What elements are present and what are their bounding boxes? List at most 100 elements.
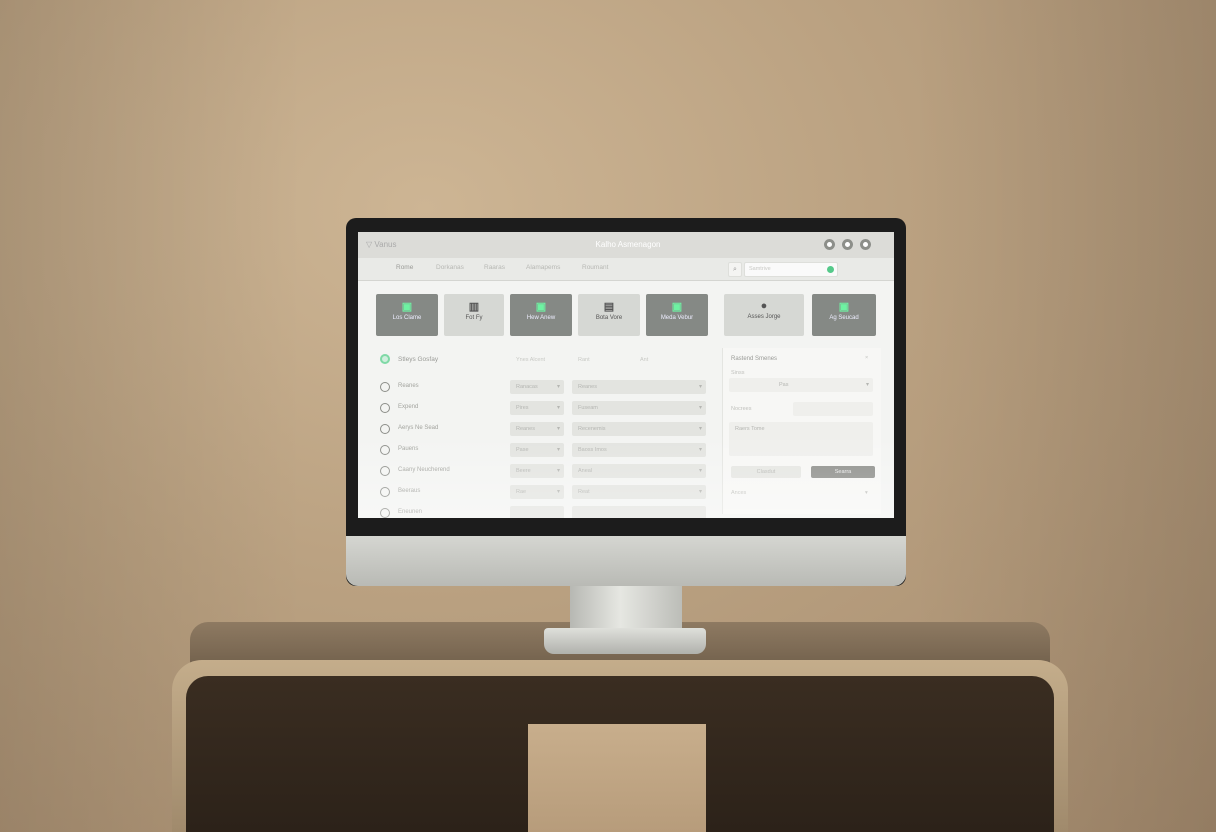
row-select[interactable]: Reat ▾ <box>572 485 706 499</box>
tile-fot-fy[interactable]: ▥ Fot Fy <box>444 294 504 336</box>
tile-icon: ▣ <box>838 301 850 313</box>
chevron-down-icon: ▾ <box>698 426 702 432</box>
select-value: Reanes <box>578 384 597 390</box>
row-icon <box>380 445 390 455</box>
row-select[interactable]: Pase ▾ <box>510 443 564 457</box>
monitor-chin <box>346 536 906 586</box>
panel-select[interactable]: Pas ▾ <box>729 378 873 392</box>
tile-icon: ▥ <box>468 301 480 313</box>
select-value: Fuseam <box>578 405 598 411</box>
panel-title: Rastend Smenes <box>731 356 778 362</box>
close-icon[interactable]: × <box>865 355 868 361</box>
tab-alamapems[interactable]: Alamapems <box>526 264 560 271</box>
list-item[interactable]: Aerys Ne Sead Reanes ▾ Recenemis ▾ <box>376 421 708 438</box>
panel-input[interactable] <box>793 402 873 416</box>
list-item[interactable]: Caany Neucherend Beere ▾ Aneal ▾ <box>376 463 708 480</box>
cancel-button[interactable]: Clasdut <box>731 466 801 478</box>
chevron-down-icon: ▾ <box>698 489 702 495</box>
column-header: Ant <box>640 357 649 363</box>
row-icon <box>380 424 390 434</box>
row-label: Reanes <box>398 383 419 389</box>
panel-textarea[interactable]: Raers Tome <box>729 422 873 456</box>
list-item[interactable]: Expend Pires ▾ Fuseam ▾ <box>376 400 708 417</box>
footer-label: Ances <box>731 490 747 496</box>
chevron-down-icon: ▾ <box>698 468 702 474</box>
tile-icon: ▣ <box>401 301 413 313</box>
search-go-icon[interactable] <box>827 266 834 273</box>
select-value: Recenemis <box>578 426 606 432</box>
row-select[interactable]: Pires ▾ <box>510 401 564 415</box>
field-label: Nocrees <box>731 406 752 412</box>
search-icon[interactable]: ⌕ <box>728 262 742 277</box>
title-bar: ▽ Vanus Kalho Asmenagon <box>358 232 894 258</box>
chevron-down-icon[interactable]: ▾ <box>865 490 868 496</box>
select-value: Beere <box>516 468 531 474</box>
tile-meda-vebur[interactable]: ▣ Meda Vebur <box>646 294 708 336</box>
row-label: Aerys Ne Sead <box>398 425 439 431</box>
row-select[interactable]: Reanes ▾ <box>510 422 564 436</box>
row-label: Pauens <box>398 446 419 452</box>
tile-label: Bota Vore <box>595 315 623 321</box>
row-select[interactable] <box>510 506 564 518</box>
select-value: Aneal <box>578 468 593 474</box>
tile-hew-anew[interactable]: ▣ Hew Anew <box>510 294 572 336</box>
chevron-down-icon: ▾ <box>556 384 560 390</box>
list-item[interactable]: Reanes Ranacas ▾ Reanes ▾ <box>376 379 708 396</box>
chevron-down-icon: ▾ <box>865 382 869 388</box>
chevron-down-icon: ▾ <box>556 489 560 495</box>
monitor-stand <box>570 584 682 632</box>
chevron-down-icon: ▾ <box>698 405 702 411</box>
monitor-stand-base <box>544 628 706 654</box>
tile-asses-jorge[interactable]: ● Asses Jorge <box>724 294 804 336</box>
row-select[interactable]: Fuseam ▾ <box>572 401 706 415</box>
tile-bota-vore[interactable]: ▤ Bota Vore <box>578 294 640 336</box>
list-item[interactable]: Pauens Pase ▾ Baoss Imos ▾ <box>376 442 708 459</box>
monitor-screen: ▽ Vanus Kalho Asmenagon Rome Dorkanas Ra… <box>358 232 894 518</box>
chevron-down-icon: ▾ <box>556 405 560 411</box>
select-value: Baoss Imos <box>578 447 607 453</box>
field-label: Raers Tome <box>735 426 765 432</box>
tile-icon: ● <box>760 300 768 312</box>
tab-dorkanas[interactable]: Dorkanas <box>436 264 464 271</box>
row-select[interactable]: Beere ▾ <box>510 464 564 478</box>
settings-icon[interactable] <box>824 239 835 250</box>
tile-label: Hew Anew <box>526 315 556 321</box>
chevron-down-icon: ▾ <box>556 426 560 432</box>
chevron-down-icon: ▾ <box>698 384 702 390</box>
list-item[interactable]: Eneunen <box>376 505 708 518</box>
row-icon <box>380 466 390 476</box>
tab-bar: Rome Dorkanas Raaras Alamapems Roumant ⌕… <box>358 258 894 281</box>
chevron-down-icon: ▾ <box>556 447 560 453</box>
column-header: Rant <box>578 357 590 363</box>
select-value: Reat <box>578 489 590 495</box>
tab-raaras[interactable]: Raaras <box>484 264 505 271</box>
close-icon[interactable] <box>860 239 871 250</box>
save-button[interactable]: Searra <box>811 466 875 478</box>
row-label: Caany Neucherend <box>398 467 450 473</box>
row-select[interactable]: Aneal ▾ <box>572 464 706 478</box>
tile-icon: ▣ <box>671 301 683 313</box>
row-select[interactable]: Baoss Imos ▾ <box>572 443 706 457</box>
tile-label: Meda Vebur <box>660 315 694 321</box>
row-select[interactable]: Rae ▾ <box>510 485 564 499</box>
tab-roumant[interactable]: Roumant <box>582 264 608 271</box>
row-select[interactable]: Reanes ▾ <box>572 380 706 394</box>
row-select[interactable]: Ranacas ▾ <box>510 380 564 394</box>
app-logo: ▽ Vanus <box>366 240 397 249</box>
tile-ag-seucad[interactable]: ▣ Ag Seucad <box>812 294 876 336</box>
row-select[interactable]: Recenemis ▾ <box>572 422 706 436</box>
row-select[interactable] <box>572 506 706 518</box>
tab-rome[interactable]: Rome <box>396 264 413 271</box>
row-label: Eneunen <box>398 509 423 515</box>
row-label: Expend <box>398 404 419 410</box>
info-icon[interactable] <box>842 239 853 250</box>
section-title: Stleys Gosfay <box>398 356 439 363</box>
tile-label: Ag Seucad <box>829 315 859 321</box>
search-input[interactable]: Samtrive <box>744 262 838 277</box>
select-value: Pires <box>516 405 529 411</box>
select-value: Pase <box>516 447 529 453</box>
tile-label: Fot Fy <box>465 315 483 321</box>
list-item[interactable]: Beeraus Rae ▾ Reat ▾ <box>376 484 708 501</box>
tile-los-clame[interactable]: ▣ Los Clame <box>376 294 438 336</box>
row-icon <box>380 508 390 518</box>
